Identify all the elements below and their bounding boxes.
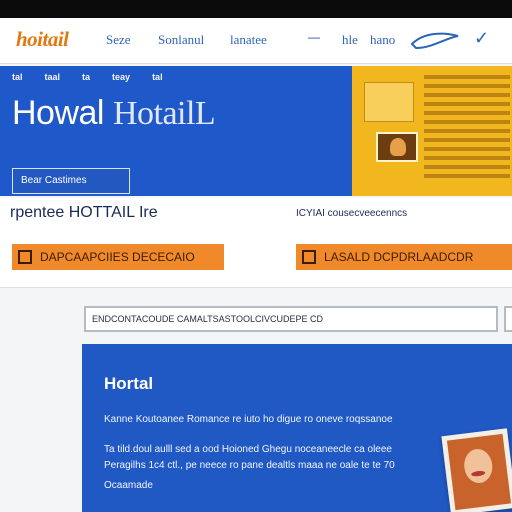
hero-menu-item[interactable]: tal [152,72,163,82]
hero-menu: tal taal ta teay tal [12,72,185,82]
nav-link-3[interactable]: lanatee [230,32,267,48]
search-box [84,306,498,332]
hero-title-plain: Howal [12,94,104,132]
promo-button-1-label: DAPCAAPCIIES DECECAIO [40,250,195,264]
swoosh-logo-icon [410,32,459,50]
promo-button-2-label: LASALD DCPDRLAADCDR [324,250,474,264]
nav-link-5[interactable]: hano [370,32,395,48]
nav-link-1[interactable]: Seze [106,32,131,48]
browser-viewport: hoitail Seze Sonlanul lanatee — hle hano… [0,18,512,512]
promo-title: rpentee HOTTAIL Ire [10,204,158,221]
promo-button-1[interactable]: DAPCAAPCIIES DECECAIO [12,244,224,270]
promo-section: rpentee HOTTAIL Ire ICYIAI cousecveecenn… [0,198,512,288]
card-text-line: Ocaamade [104,480,153,491]
hero-menu-item[interactable]: teay [112,72,130,82]
checkmark-icon: ✓ [474,28,490,48]
checkbox-icon [18,250,32,264]
ad-graphic [364,82,414,122]
card-text-line: Peragilhs 1c4 ctl., pe neece ro pane dea… [104,460,395,471]
hero-menu-item[interactable]: ta [82,72,90,82]
promo-button-2[interactable]: LASALD DCPDRLAADCDR [296,244,512,270]
promo-subtitle: ICYIAI cousecveecenncs [296,208,408,219]
hero-cta-button[interactable]: Bear Castimes [12,168,130,194]
top-navigation-bar: hoitail Seze Sonlanul lanatee — hle hano… [0,18,512,64]
hero-menu-item[interactable]: tal [12,72,23,82]
hero-banner: tal taal ta teay tal Howal HotailL Bear … [0,66,352,196]
search-button[interactable] [504,306,512,332]
advertisement-panel[interactable] [352,66,512,196]
site-logo[interactable]: hoitail [16,27,69,52]
ad-text-block [424,70,510,183]
hero-title-serif: HotailL [112,95,216,132]
hero-menu-item[interactable]: taal [45,72,61,82]
hero-title: Howal HotailL [12,94,216,133]
card-text-line: Kanne Koutoanee Romance re iuto ho digue… [104,414,393,425]
search-input[interactable] [86,308,496,330]
ad-photo [376,132,418,162]
card-title[interactable]: Hortal [104,374,153,394]
chevron-down-icon[interactable]: — [308,30,320,44]
card-photo [441,428,512,512]
feature-card: Hortal Kanne Koutoanee Romance re iuto h… [82,344,512,512]
portrait-image [446,433,512,511]
nav-link-4[interactable]: hle [342,32,358,48]
nav-link-2[interactable]: Sonlanul [158,32,204,48]
card-text-line: Ta tild.doul aulll sed a ood Hoioned Ghe… [104,444,392,455]
checkbox-icon [302,250,316,264]
